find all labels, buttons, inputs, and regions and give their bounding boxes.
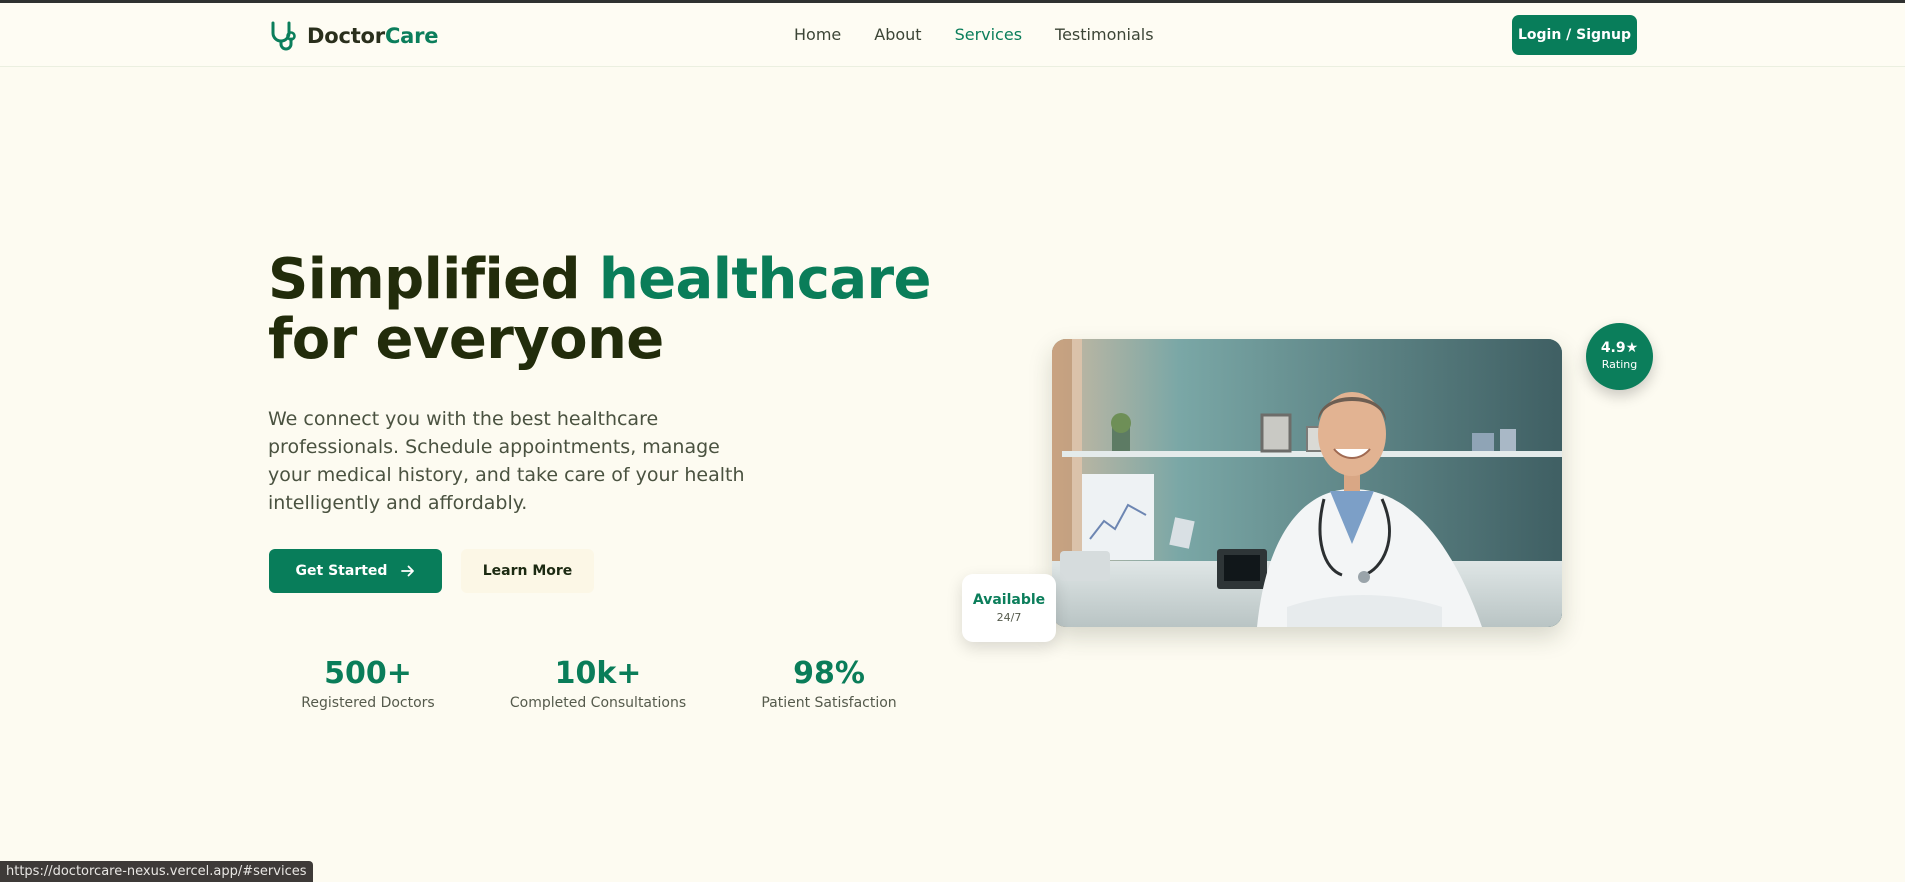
hero-title-highlight: healthcare: [598, 247, 932, 312]
availability-subtitle: 24/7: [996, 611, 1022, 624]
brand-name-part1: Doctor: [307, 24, 385, 48]
main-nav: Home About Services Testimonials: [794, 25, 1187, 44]
doctor-photo: [1052, 339, 1562, 627]
navbar: DoctorCare Home About Services Testimoni…: [0, 3, 1905, 67]
brand-name: DoctorCare: [307, 24, 439, 48]
nav-link-about[interactable]: About: [874, 25, 921, 44]
hero-title: Simplified healthcare for everyone: [268, 250, 988, 370]
learn-more-button[interactable]: Learn More: [461, 549, 594, 593]
rating-badge: 4.9★ Rating: [1586, 323, 1653, 390]
stat-patient-satisfaction: 98% Patient Satisfaction: [755, 654, 903, 711]
login-signup-button[interactable]: Login / Signup: [1512, 15, 1637, 55]
stat-completed-consultations: 10k+ Completed Consultations: [506, 654, 690, 711]
nav-link-home[interactable]: Home: [794, 25, 841, 44]
stethoscope-icon: [271, 21, 296, 51]
stat-registered-doctors: 500+ Registered Doctors: [291, 654, 445, 711]
nav-link-testimonials[interactable]: Testimonials: [1055, 25, 1154, 44]
get-started-label: Get Started: [295, 563, 388, 579]
stat-value: 500+: [324, 656, 412, 691]
get-started-button[interactable]: Get Started: [269, 549, 442, 593]
stat-label: Patient Satisfaction: [761, 695, 897, 711]
hero-title-part2: for everyone: [268, 307, 664, 372]
stat-value: 10k+: [554, 656, 642, 691]
rating-value: 4.9★: [1600, 340, 1639, 356]
brand-name-part2: Care: [384, 24, 439, 48]
stat-value: 98%: [793, 656, 865, 691]
status-bar-url: https://doctorcare-nexus.vercel.app/#ser…: [0, 861, 313, 882]
arrow-right-icon: [401, 565, 415, 577]
learn-more-label: Learn More: [482, 563, 573, 579]
stat-label: Registered Doctors: [301, 695, 435, 711]
doctor-photo-illustration: [1052, 339, 1562, 627]
brand-logo[interactable]: DoctorCare: [268, 20, 439, 52]
hero-description: We connect you with the best healthcare …: [268, 408, 745, 514]
availability-title: Available: [972, 592, 1046, 608]
hero-title-part1: Simplified: [268, 247, 599, 312]
nav-link-services[interactable]: Services: [955, 25, 1022, 44]
availability-card: Available 24/7: [962, 574, 1056, 642]
rating-label: Rating: [1601, 358, 1638, 371]
stat-label: Completed Consultations: [509, 695, 687, 711]
